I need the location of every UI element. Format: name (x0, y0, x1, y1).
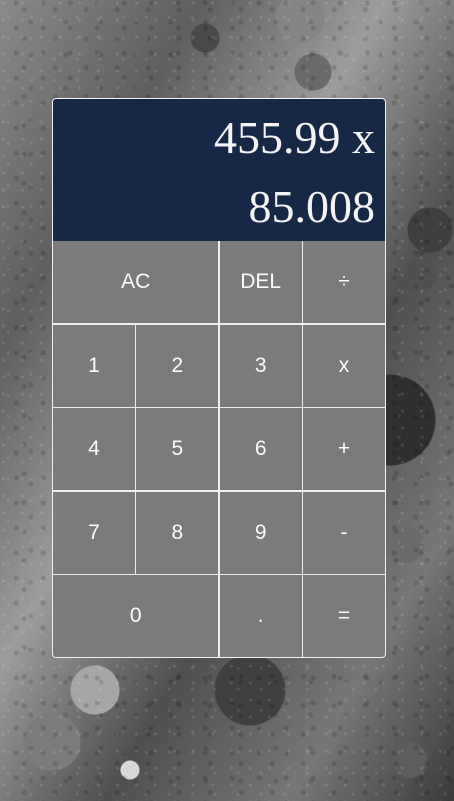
previous-operand: 455.99 x (214, 112, 375, 163)
divide-button[interactable]: ÷ (302, 241, 385, 323)
digit-4-button[interactable]: 4 (53, 408, 135, 490)
current-operand: 85.008 (248, 181, 376, 232)
digit-0-button[interactable]: 0 (53, 575, 219, 657)
digit-8-button[interactable]: 8 (136, 491, 219, 574)
all-clear-button[interactable]: AC (53, 241, 219, 323)
digit-1-button[interactable]: 1 (53, 324, 135, 407)
digit-5-button[interactable]: 5 (136, 408, 219, 490)
minus-button[interactable]: - (302, 491, 385, 574)
digit-6-button[interactable]: 6 (219, 408, 302, 490)
keypad: AC DEL ÷ 1 2 3 x 4 5 6 + 7 8 9 - 0 . = (53, 241, 385, 657)
digit-2-button[interactable]: 2 (136, 324, 219, 407)
digit-7-button[interactable]: 7 (53, 491, 135, 574)
calculator-display: 455.99 x 85.008 (53, 99, 385, 241)
multiply-button[interactable]: x (302, 324, 385, 407)
calculator: 455.99 x 85.008 AC DEL ÷ 1 2 3 x 4 5 6 +… (52, 98, 386, 658)
digit-3-button[interactable]: 3 (219, 324, 302, 407)
decimal-button[interactable]: . (219, 575, 302, 657)
plus-button[interactable]: + (302, 408, 385, 490)
delete-button[interactable]: DEL (219, 241, 302, 323)
equals-button[interactable]: = (302, 575, 385, 657)
digit-9-button[interactable]: 9 (219, 491, 302, 574)
